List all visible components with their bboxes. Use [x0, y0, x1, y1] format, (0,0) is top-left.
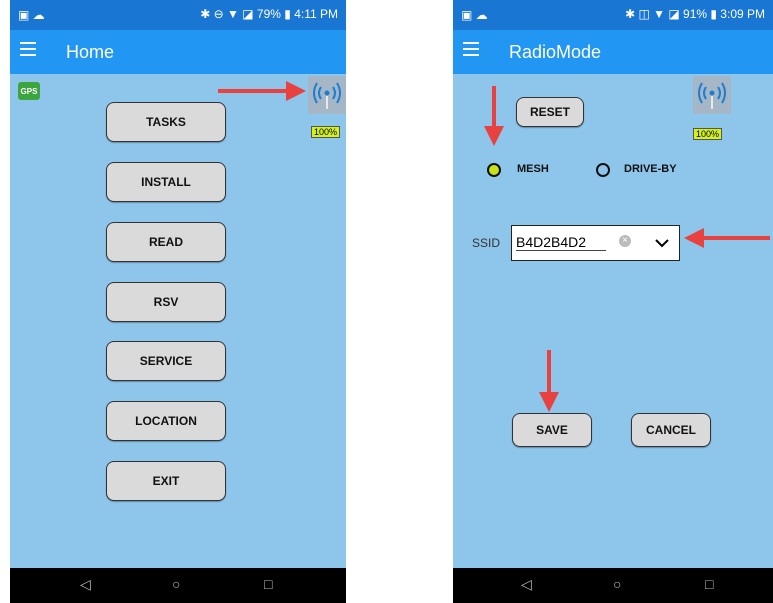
- ssid-combobox[interactable]: B4D2B4D2 ×: [511, 225, 680, 261]
- reset-button[interactable]: RESET: [516, 97, 584, 127]
- annotation-arrow: [684, 228, 770, 248]
- back-nav-icon[interactable]: ◁: [521, 576, 532, 593]
- app-bar: Home: [10, 30, 346, 74]
- status-bar: ▣ ☁ ✱ ⊖ ▼ ◪ 79% ▮ 4:11 PM: [10, 0, 346, 30]
- recents-nav-icon[interactable]: □: [264, 576, 272, 592]
- annotation-arrow: [539, 350, 559, 412]
- read-button[interactable]: READ: [106, 222, 226, 262]
- home-nav-icon[interactable]: ○: [613, 576, 621, 592]
- notification-icons: ▣ ☁: [461, 8, 488, 22]
- annotation-arrow: [484, 86, 504, 146]
- cancel-button[interactable]: CANCEL: [631, 413, 711, 447]
- exit-button[interactable]: EXIT: [106, 461, 226, 501]
- app-bar: RadioMode: [453, 30, 773, 74]
- mesh-radio[interactable]: [487, 163, 501, 177]
- save-button[interactable]: SAVE: [512, 413, 592, 447]
- annotation-arrow: [218, 81, 306, 101]
- status-info: ✱ ⊖ ▼ ◪ 79% ▮ 4:11 PM: [200, 7, 338, 21]
- navigation-bar: ◁ ○ □: [453, 568, 773, 603]
- drive-by-radio[interactable]: [596, 163, 610, 177]
- service-button[interactable]: SERVICE: [106, 341, 226, 381]
- notification-icons: ▣ ☁: [18, 8, 45, 22]
- install-button[interactable]: INSTALL: [106, 162, 226, 202]
- hamburger-menu-icon[interactable]: [20, 42, 36, 56]
- page-title: Home: [66, 42, 115, 62]
- gps-icon: GPS: [18, 82, 40, 100]
- rsv-button[interactable]: RSV: [106, 282, 226, 322]
- clear-icon[interactable]: ×: [619, 235, 631, 247]
- recents-nav-icon[interactable]: □: [705, 576, 713, 592]
- navigation-bar: ◁ ○ □: [10, 568, 346, 603]
- chevron-down-icon[interactable]: [655, 238, 669, 248]
- drive-by-label: DRIVE-BY: [624, 163, 677, 175]
- page-title: RadioMode: [509, 42, 602, 62]
- radio-antenna-icon[interactable]: [308, 76, 346, 114]
- ssid-input[interactable]: B4D2B4D2: [516, 234, 606, 251]
- status-info: ✱ ◫ ▼ ◪ 91% ▮ 3:09 PM: [625, 7, 765, 21]
- status-bar: ▣ ☁ ✱ ◫ ▼ ◪ 91% ▮ 3:09 PM: [453, 0, 773, 30]
- tasks-button[interactable]: TASKS: [106, 102, 226, 142]
- ssid-label: SSID: [472, 236, 501, 250]
- back-nav-icon[interactable]: ◁: [80, 576, 91, 593]
- battery-indicator: 100%: [311, 126, 341, 138]
- battery-indicator: 100%: [693, 128, 723, 140]
- home-nav-icon[interactable]: ○: [172, 576, 180, 592]
- mesh-label: MESH: [517, 163, 549, 175]
- radio-antenna-icon[interactable]: [693, 76, 731, 114]
- location-button[interactable]: LOCATION: [106, 401, 226, 441]
- hamburger-menu-icon[interactable]: [463, 42, 479, 56]
